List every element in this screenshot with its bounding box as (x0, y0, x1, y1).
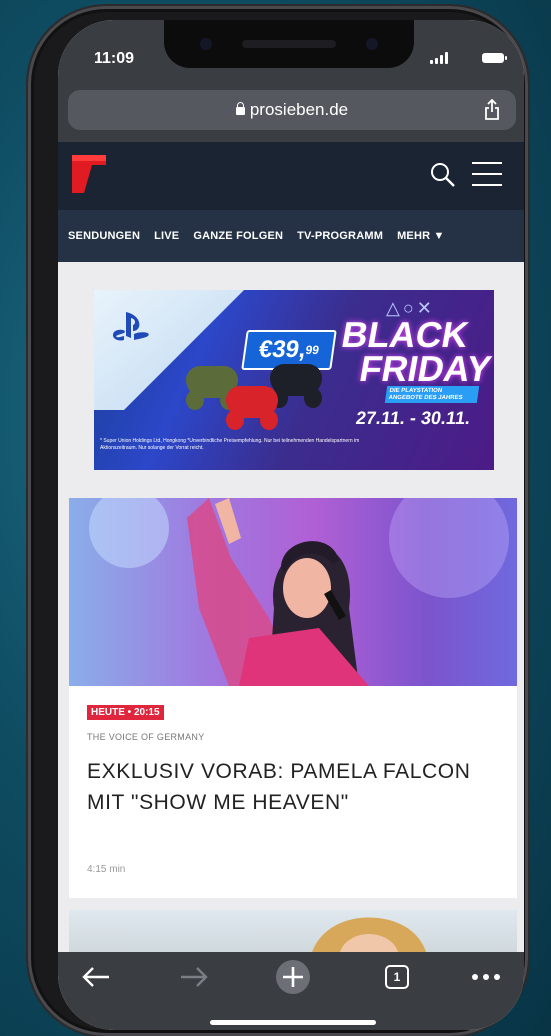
back-button[interactable] (78, 962, 114, 992)
url-text: prosieben.de (249, 100, 349, 119)
playstation-ad-banner[interactable]: △○✕ €39, 99 BLACK FRIDAY DIE PLAYSTATION … (94, 290, 494, 470)
ad-footnote: * Super Union Holdings Ltd, Hongkong *Un… (100, 438, 360, 451)
speaker (242, 40, 336, 48)
airtime-badge: HEUTE • 20:15 (87, 705, 164, 720)
status-time: 11:09 (94, 50, 135, 67)
plus-icon (276, 960, 310, 994)
page-content: △○✕ €39, 99 BLACK FRIDAY DIE PLAYSTATION … (58, 262, 524, 970)
nav-item-ganze-folgen[interactable]: GANZE FOLGEN (193, 230, 283, 242)
video-duration: 4:15 min (87, 864, 126, 875)
notch (164, 20, 414, 68)
nav-item-sendungen[interactable]: SENDUNGEN (68, 230, 140, 242)
nav-item-tv-programm[interactable]: TV-PROGRAMM (297, 230, 383, 242)
battery-icon (482, 53, 507, 63)
camera-icon (200, 38, 212, 50)
new-tab-button[interactable] (274, 960, 312, 994)
forward-arrow-icon (181, 967, 208, 987)
playstation-logo-icon (112, 312, 149, 341)
main-nav: SENDUNGEN LIVE GANZE FOLGEN TV-PROGRAMM … (58, 210, 524, 262)
ad-headline-friday: FRIDAY (356, 348, 494, 389)
ad-price: €39, (257, 336, 308, 363)
controller-red (226, 386, 278, 430)
share-icon[interactable] (482, 99, 502, 121)
ad-price-cents: 99 (304, 343, 321, 357)
article-hero-image[interactable] (69, 498, 517, 686)
more-options-button[interactable] (468, 962, 504, 992)
article-card[interactable]: HEUTE • 20:15 THE VOICE OF GERMANY EXKLU… (69, 498, 517, 898)
lock-icon (235, 102, 245, 115)
sensor-icon (366, 38, 378, 50)
browser-bottom-toolbar: 1 (58, 952, 524, 1030)
phone-screen: 11:09 prosieben.de SENDUNGEN LIVE GANZE … (58, 20, 524, 1030)
article-kicker: THE VOICE OF GERMANY (87, 732, 205, 742)
home-indicator[interactable] (210, 1020, 376, 1025)
hamburger-menu-icon[interactable] (472, 162, 502, 186)
forward-button[interactable] (176, 962, 212, 992)
tab-count: 1 (385, 965, 409, 989)
site-header (58, 142, 524, 210)
tabs-button[interactable]: 1 (382, 962, 412, 992)
search-icon[interactable] (430, 162, 456, 188)
browser-top-bar: 11:09 prosieben.de (58, 20, 524, 142)
singer-illustration (89, 498, 509, 686)
nav-item-live[interactable]: LIVE (154, 230, 179, 242)
ad-dates: 27.11. - 30.11. (354, 408, 472, 428)
ad-subline: DIE PLAYSTATION ANGEBOTE DES JAHRES (384, 386, 480, 404)
prosieben-logo[interactable] (72, 155, 106, 193)
nav-item-mehr[interactable]: MEHR ▼ (397, 230, 445, 242)
signal-icon (430, 52, 448, 64)
controller-black (270, 364, 322, 408)
ellipsis-icon (472, 974, 500, 980)
back-arrow-icon (82, 967, 109, 987)
address-bar[interactable]: prosieben.de (68, 90, 516, 130)
article-headline[interactable]: EXKLUSIV VORAB: PAMELA FALCON MIT "SHOW … (87, 756, 497, 818)
